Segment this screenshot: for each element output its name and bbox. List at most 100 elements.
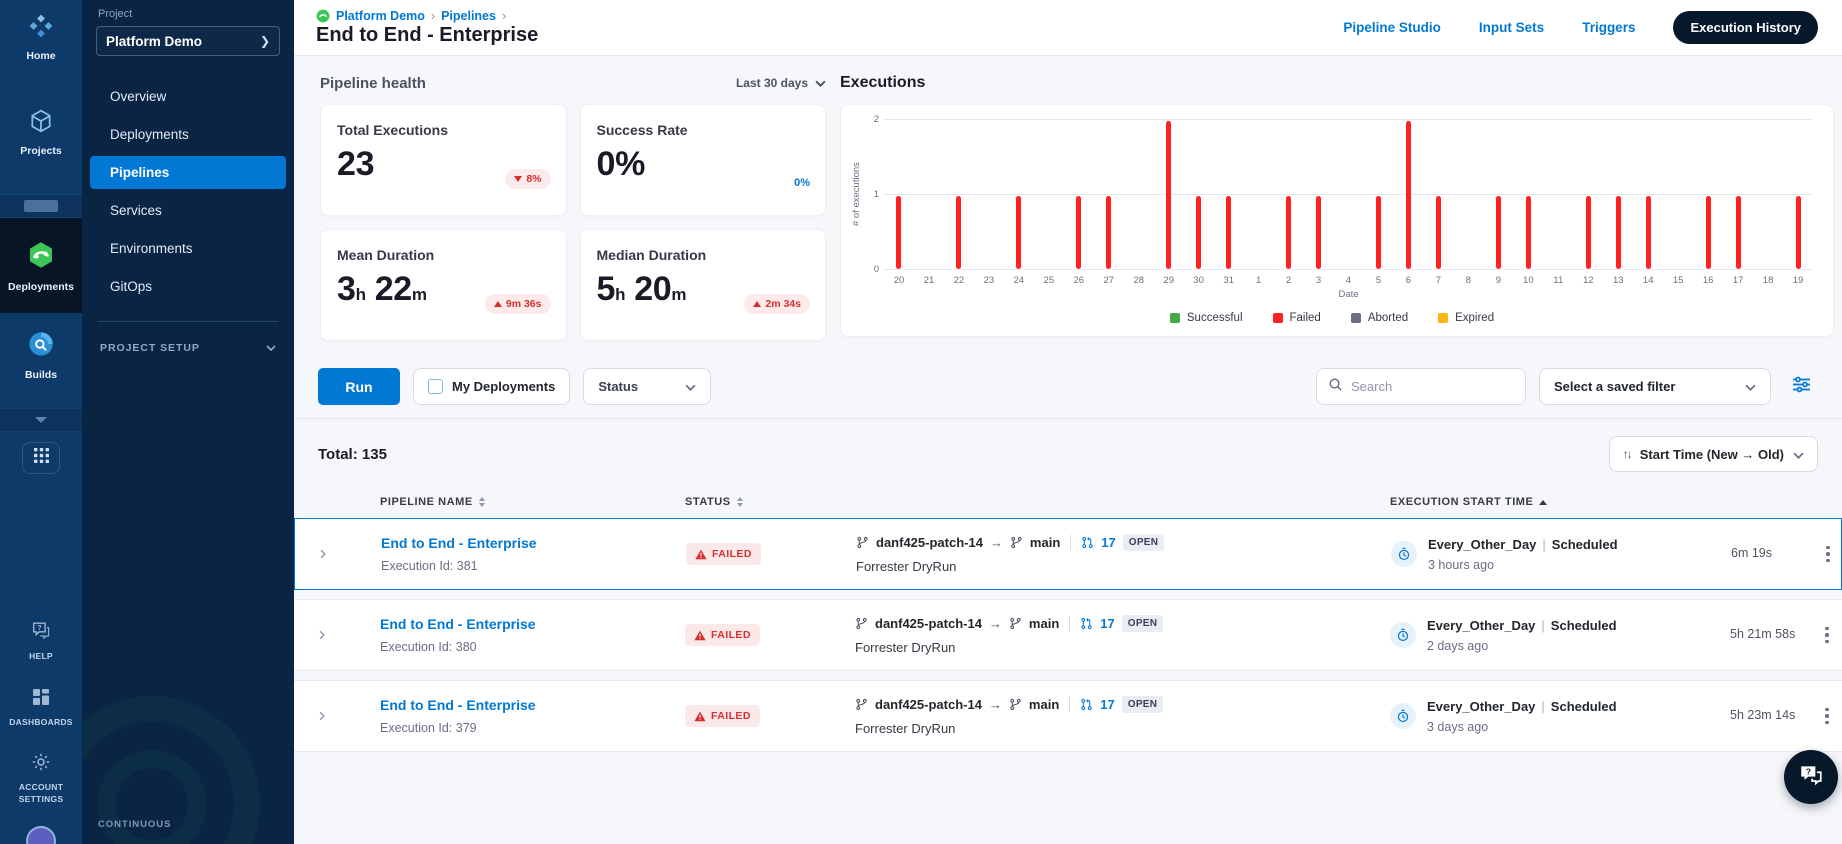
user-avatar[interactable] [26, 826, 56, 844]
failed-bar[interactable] [1166, 121, 1172, 269]
failed-bar[interactable] [1316, 196, 1322, 269]
help-chat-fab[interactable]: ? [1784, 750, 1838, 804]
my-deployments-filter[interactable]: My Deployments [413, 368, 571, 405]
column-header-pipeline-name[interactable]: PIPELINE NAME [350, 496, 685, 508]
filter-sliders-icon [1792, 376, 1811, 398]
health-cards: Total Executions 23 8% Success Rate 0% 0% Me… [320, 104, 826, 341]
project-setup-toggle[interactable]: PROJECT SETUP [96, 342, 280, 354]
tab-triggers[interactable]: Triggers [1582, 20, 1635, 35]
expand-chevron-icon[interactable] [294, 629, 350, 641]
failed-bar[interactable] [1106, 196, 1112, 269]
failed-bar[interactable] [1525, 196, 1531, 269]
chart-bar-slot [1603, 119, 1633, 269]
legend-item-failed[interactable]: Failed [1272, 312, 1321, 324]
sidebar-item-deployments[interactable]: Deployments [90, 118, 286, 151]
time-range-select[interactable]: Last 30 days [736, 76, 826, 90]
expand-chevron-icon[interactable] [295, 548, 351, 560]
sort-select[interactable]: ↑↓ Start Time (New → Old) [1608, 436, 1818, 472]
failed-bar[interactable] [1615, 196, 1621, 269]
chart-bar-slot [1663, 119, 1693, 269]
sidebar-item-pipelines[interactable]: Pipelines [90, 156, 286, 189]
column-header-execution-start-time[interactable]: EXECUTION START TIME [1390, 496, 1730, 508]
chart-y-ticks: 012 [873, 114, 879, 275]
legend-item-aborted[interactable]: Aborted [1350, 312, 1408, 324]
execution-row[interactable]: End to End - Enterprise Execution Id: 38… [294, 518, 1842, 590]
failed-bar[interactable] [1435, 196, 1441, 269]
failed-bar[interactable] [1226, 196, 1232, 269]
failed-bar[interactable] [1795, 196, 1801, 269]
pipeline-name-link[interactable]: End to End - Enterprise [380, 697, 536, 713]
pr-number-link[interactable]: 17 [1101, 535, 1115, 550]
rail-item-account-settings[interactable]: ACCOUNT SETTINGS [0, 741, 82, 816]
filter-settings-button[interactable] [1784, 370, 1818, 404]
failed-bar[interactable] [1735, 196, 1741, 269]
project-selector[interactable]: Platform Demo ❯ [96, 26, 280, 56]
breadcrumb-project-link[interactable]: Platform Demo [336, 9, 425, 23]
row-menu-button[interactable] [1812, 626, 1842, 644]
rail-item-home[interactable]: Home [0, 0, 82, 73]
chart-bar-slot [1064, 119, 1094, 269]
pr-number-link[interactable]: 17 [1100, 697, 1114, 712]
start-time-cell: Every_Other_Day | Scheduled 2 days ago [1390, 618, 1730, 653]
git-branch-icon [855, 698, 868, 711]
failed-bar[interactable] [1375, 196, 1381, 269]
failed-bar[interactable] [1196, 196, 1202, 269]
page-title: End to End - Enterprise [316, 23, 539, 46]
saved-filter-select[interactable]: Select a saved filter [1539, 368, 1771, 405]
failed-bar[interactable] [1585, 196, 1591, 269]
row-menu-button[interactable] [1812, 707, 1842, 725]
rail-item-help[interactable]: ? HELP [0, 608, 82, 673]
run-button[interactable]: Run [318, 368, 400, 405]
started-ago: 3 days ago [1427, 719, 1489, 734]
failed-bar[interactable] [1405, 121, 1411, 269]
rail-item-label: Projects [20, 145, 62, 157]
failed-bar[interactable] [1286, 196, 1292, 269]
column-header-status[interactable]: STATUS [685, 496, 855, 508]
row-menu-button[interactable] [1813, 545, 1842, 563]
rail-item-dashboards[interactable]: DASHBOARDS [0, 676, 82, 739]
help-chat-icon: ? [30, 619, 52, 646]
rail-collapse-toggle[interactable] [0, 408, 82, 432]
rail-item-deployments[interactable]: Deployments [0, 218, 82, 313]
sidebar-item-environments[interactable]: Environments [90, 232, 286, 265]
chart-bar-slot [1453, 119, 1483, 269]
execution-row[interactable]: End to End - Enterprise Execution Id: 37… [294, 680, 1842, 752]
rail-item-builds[interactable]: Builds [0, 317, 82, 392]
legend-item-expired[interactable]: Expired [1438, 312, 1494, 324]
tab-execution-history[interactable]: Execution History [1673, 11, 1818, 44]
execution-row[interactable]: End to End - Enterprise Execution Id: 38… [294, 599, 1842, 671]
chevron-down-icon [34, 411, 48, 429]
apps-grid-button[interactable] [22, 442, 60, 474]
failed-bar[interactable] [1495, 196, 1501, 269]
failed-bar[interactable] [1705, 196, 1711, 269]
tab-input-sets[interactable]: Input Sets [1479, 20, 1544, 35]
pr-number-link[interactable]: 17 [1100, 616, 1114, 631]
search-input[interactable] [1351, 379, 1514, 394]
tab-pipeline-studio[interactable]: Pipeline Studio [1343, 20, 1441, 35]
rail-item-projects[interactable]: Projects [0, 95, 82, 168]
breadcrumb-pipelines-link[interactable]: Pipelines [441, 9, 496, 23]
failed-bar[interactable] [956, 196, 962, 269]
delta-value: 0% [794, 177, 810, 189]
status-filter-select[interactable]: Status [583, 368, 712, 405]
failed-bar[interactable] [1645, 196, 1651, 269]
start-time-cell: Every_Other_Day | Scheduled 3 hours ago [1391, 537, 1731, 572]
my-deployments-checkbox[interactable] [428, 379, 443, 394]
sidebar-item-overview[interactable]: Overview [90, 80, 286, 113]
execution-id: Execution Id: 380 [380, 640, 477, 654]
failed-bar[interactable] [1076, 196, 1082, 269]
source-branch: danf425-patch-14 [875, 616, 982, 631]
pipeline-name-link[interactable]: End to End - Enterprise [381, 535, 537, 551]
legend-item-successful[interactable]: Successful [1169, 312, 1243, 324]
pipeline-name-link[interactable]: End to End - Enterprise [380, 616, 536, 632]
expand-chevron-icon[interactable] [294, 710, 350, 722]
failed-bar[interactable] [1016, 196, 1022, 269]
executions-list: Total: 135 ↑↓ Start Time (New → Old) PIP… [294, 419, 1842, 761]
failed-bar[interactable] [896, 196, 902, 269]
chevron-down-icon [1745, 379, 1756, 394]
health-card-median-duration: Median Duration 5h 20m 2m 34s [579, 229, 826, 341]
rail-divider-handle[interactable] [0, 194, 82, 218]
vertical-divider [1069, 697, 1071, 712]
sidebar-item-services[interactable]: Services [90, 194, 286, 227]
sidebar-item-gitops[interactable]: GitOps [90, 270, 286, 303]
